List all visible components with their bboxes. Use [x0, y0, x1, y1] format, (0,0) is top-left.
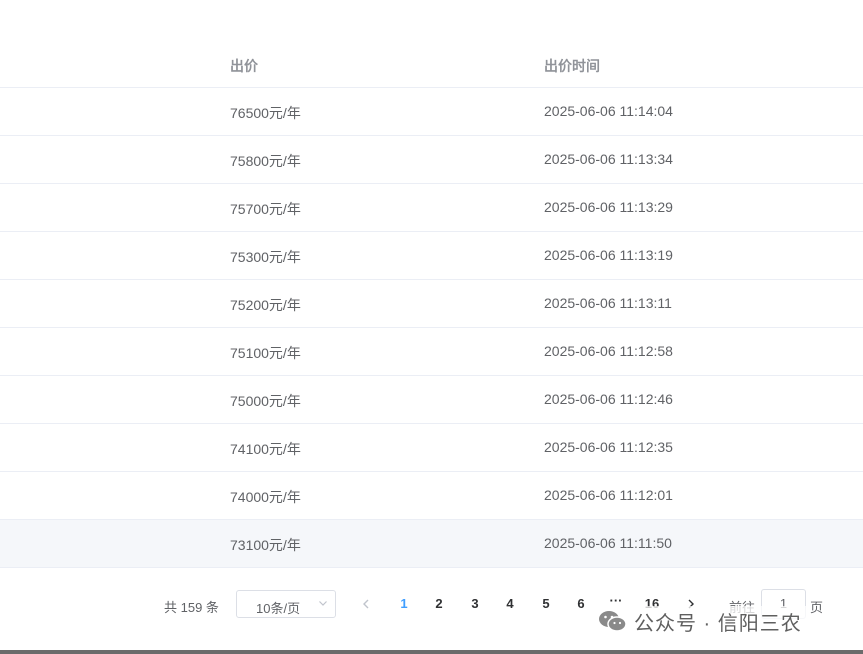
total-count: 共 159 条: [164, 600, 219, 615]
table-row: 74100元/年 2025-06-06 11:12:35: [0, 424, 863, 472]
page-size-value: 10条/页: [256, 601, 301, 616]
time-cell: 2025-06-06 11:14:04: [544, 103, 673, 119]
table-row: 75700元/年 2025-06-06 11:13:29: [0, 184, 863, 232]
time-cell: 2025-06-06 11:13:34: [544, 151, 673, 167]
page-1[interactable]: 1: [392, 596, 416, 611]
header-price: 出价: [230, 58, 258, 74]
watermark: 公众号 · 信阳三农: [598, 606, 806, 636]
table-row: 75100元/年 2025-06-06 11:12:58: [0, 328, 863, 376]
page-size-select[interactable]: 10条/页: [236, 590, 336, 618]
page-unit-label: 页: [810, 600, 824, 615]
table-row: 75300元/年 2025-06-06 11:13:19: [0, 232, 863, 280]
watermark-text: 公众号 · 信阳三农: [634, 612, 802, 635]
page-5[interactable]: 5: [534, 596, 558, 611]
page-2[interactable]: 2: [427, 596, 451, 611]
time-cell: 2025-06-06 11:12:58: [544, 343, 673, 359]
table-row: 75800元/年 2025-06-06 11:13:34: [0, 136, 863, 184]
price-cell: 75000元/年: [230, 393, 301, 409]
page-6[interactable]: 6: [569, 596, 593, 611]
table-row: 75200元/年 2025-06-06 11:13:11: [0, 280, 863, 328]
table-row: 75000元/年 2025-06-06 11:12:46: [0, 376, 863, 424]
time-cell: 2025-06-06 11:13:29: [544, 199, 673, 215]
time-cell: 2025-06-06 11:12:35: [544, 439, 673, 455]
wechat-icon: [599, 611, 627, 632]
page-4[interactable]: 4: [498, 596, 522, 611]
window-bottom-edge: [0, 650, 863, 654]
prev-page-icon[interactable]: [359, 596, 373, 612]
price-cell: 75300元/年: [230, 249, 301, 265]
price-cell: 75700元/年: [230, 201, 301, 217]
price-cell: 74100元/年: [230, 441, 301, 457]
chevron-down-icon: [319, 601, 327, 606]
price-cell: 73100元/年: [230, 537, 301, 553]
time-cell: 2025-06-06 11:12:46: [544, 391, 673, 407]
bid-table: 出价 出价时间 76500元/年 2025-06-06 11:14:04 758…: [0, 40, 863, 568]
price-cell: 75100元/年: [230, 345, 301, 361]
table-row: 76500元/年 2025-06-06 11:14:04: [0, 88, 863, 136]
header-bid-time: 出价时间: [544, 58, 600, 74]
time-cell: 2025-06-06 11:11:50: [544, 535, 672, 551]
page-3[interactable]: 3: [463, 596, 487, 611]
time-cell: 2025-06-06 11:13:11: [544, 295, 672, 311]
table-row-hovered: 73100元/年 2025-06-06 11:11:50: [0, 520, 863, 568]
time-cell: 2025-06-06 11:12:01: [544, 487, 673, 503]
price-cell: 74000元/年: [230, 489, 301, 505]
table-header: 出价 出价时间: [0, 40, 863, 88]
time-cell: 2025-06-06 11:13:19: [544, 247, 673, 263]
price-cell: 76500元/年: [230, 105, 301, 121]
price-cell: 75800元/年: [230, 153, 301, 169]
table-row: 74000元/年 2025-06-06 11:12:01: [0, 472, 863, 520]
price-cell: 75200元/年: [230, 297, 301, 313]
